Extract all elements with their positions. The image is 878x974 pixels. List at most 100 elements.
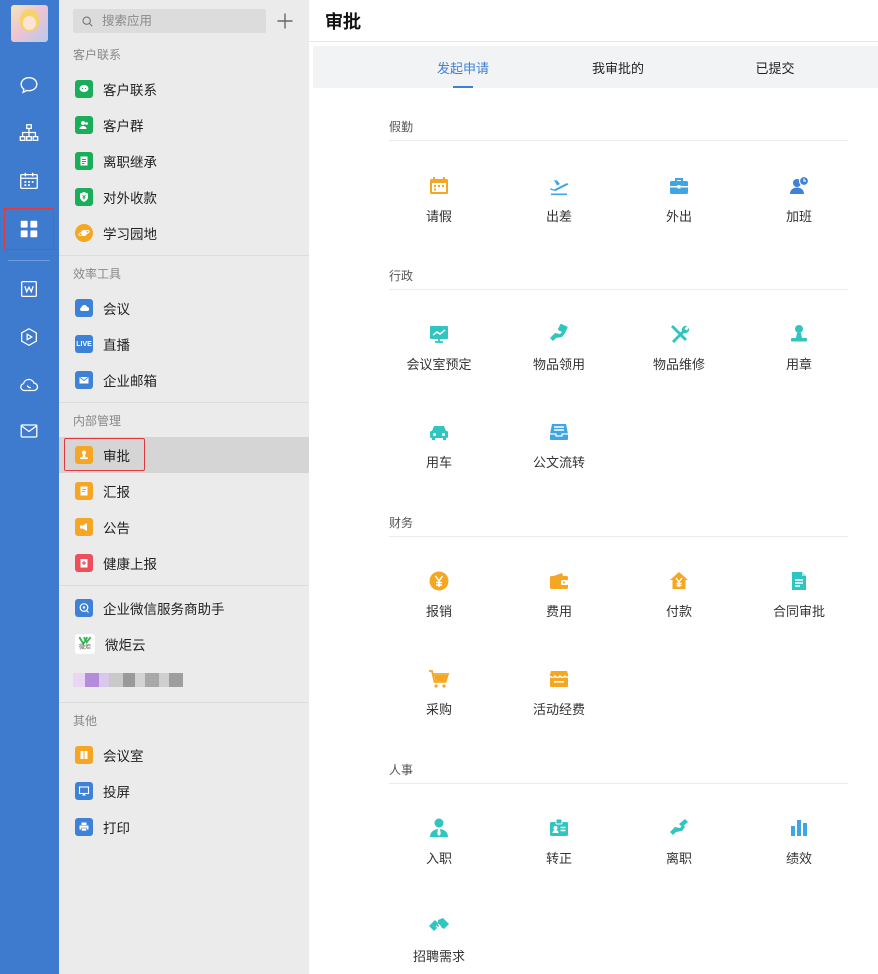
group-title-attendance: 假勤 xyxy=(389,120,414,134)
briefcase-icon xyxy=(668,175,690,197)
assistant-icon xyxy=(75,599,93,617)
mail-rail-button[interactable] xyxy=(4,410,54,452)
section-title-other: 其他 xyxy=(73,714,98,728)
app-overtime[interactable]: 加班 xyxy=(749,175,849,225)
coin-yuan-icon xyxy=(428,570,450,592)
group-title-hr: 人事 xyxy=(389,763,414,777)
app-seal-use[interactable]: 用章 xyxy=(749,323,849,373)
live-icon: LIVE xyxy=(75,335,93,353)
app-item-external-payment[interactable]: 对外收款 xyxy=(59,179,309,215)
app-label: 费用 xyxy=(545,604,572,619)
nav-rail xyxy=(0,0,59,974)
app-item-print[interactable]: 打印 xyxy=(59,809,309,845)
blurred-app-item[interactable] xyxy=(73,669,183,691)
search-icon xyxy=(82,15,93,27)
cloud-meeting-icon xyxy=(75,299,93,317)
app-item-label: 投屏 xyxy=(103,785,130,800)
section-divider xyxy=(59,702,309,703)
app-item-receive[interactable]: 物品领用 xyxy=(509,323,609,373)
contacts-rail-button[interactable] xyxy=(4,112,54,154)
app-go-out[interactable]: 外出 xyxy=(629,175,729,225)
app-item-label: 会议 xyxy=(103,302,130,317)
app-business-trip[interactable]: 出差 xyxy=(509,175,609,225)
tab-initiate[interactable]: 发起申请 xyxy=(403,46,523,88)
section-divider xyxy=(59,402,309,403)
tools-icon xyxy=(668,323,690,345)
doc-icon xyxy=(75,152,93,170)
app-label: 用车 xyxy=(425,455,452,470)
app-onboarding[interactable]: 入职 xyxy=(389,817,489,867)
app-item-meeting[interactable]: 会议 xyxy=(59,290,309,326)
cast-icon xyxy=(75,782,93,800)
app-label: 绩效 xyxy=(785,851,812,866)
selected-highlight xyxy=(64,438,145,471)
health-icon xyxy=(75,554,93,572)
app-payment[interactable]: 付款 xyxy=(629,570,729,620)
app-item-report[interactable]: 汇报 xyxy=(59,473,309,509)
app-list-panel: 客户联系 客户联系 客户群 离职继承 对外收款 学习园地 效率工具 会议 LIV… xyxy=(59,0,309,974)
workbench-rail-button[interactable] xyxy=(4,208,54,250)
tab-label: 我审批的 xyxy=(591,60,644,76)
airplane-icon xyxy=(548,175,570,197)
app-expense[interactable]: 费用 xyxy=(509,570,609,620)
app-activity-fund[interactable]: 活动经费 xyxy=(509,668,609,718)
tab-my-approvals[interactable]: 我审批的 xyxy=(558,46,678,88)
app-item-screen-cast[interactable]: 投屏 xyxy=(59,773,309,809)
app-label: 付款 xyxy=(665,604,692,619)
drive-rail-button[interactable] xyxy=(4,316,54,358)
add-app-button[interactable] xyxy=(274,9,296,33)
printer-icon xyxy=(75,818,93,836)
megaphone-icon xyxy=(75,518,93,536)
app-item-enterprise-mail[interactable]: 企业邮箱 xyxy=(59,362,309,398)
avatar[interactable] xyxy=(11,5,48,42)
badge-card-icon xyxy=(548,817,570,839)
search-box[interactable] xyxy=(73,9,266,33)
app-car-use[interactable]: 用车 xyxy=(389,421,489,471)
app-item-weiju-cloud[interactable]: 微炬 微炬云 xyxy=(59,626,309,662)
app-resignation[interactable]: 离职 xyxy=(629,817,729,867)
app-item-learning[interactable]: 学习园地 xyxy=(59,215,309,251)
calendar-rail-button[interactable] xyxy=(4,160,54,202)
room-icon xyxy=(75,746,93,764)
group-divider xyxy=(389,536,848,537)
docs-rail-button[interactable] xyxy=(4,268,54,310)
app-performance[interactable]: 绩效 xyxy=(749,817,849,867)
app-item-label: 客户联系 xyxy=(103,83,157,98)
app-label: 离职 xyxy=(665,851,692,866)
messages-rail-button[interactable] xyxy=(4,64,54,106)
handshake-icon xyxy=(428,915,450,937)
calendar-leave-icon xyxy=(428,175,450,197)
app-leave[interactable]: 请假 xyxy=(389,175,489,225)
app-item-customer-group[interactable]: 客户群 xyxy=(59,107,309,143)
shop-icon xyxy=(548,668,570,690)
app-item-resign-inherit[interactable]: 离职继承 xyxy=(59,143,309,179)
app-doc-flow[interactable]: 公文流转 xyxy=(509,421,609,471)
report-icon xyxy=(75,482,93,500)
app-item-health-report[interactable]: 健康上报 xyxy=(59,545,309,581)
person-tie-icon xyxy=(428,817,450,839)
app-item-service-assistant[interactable]: 企业微信服务商助手 xyxy=(59,590,309,626)
app-label: 会议室预定 xyxy=(406,357,472,372)
meeting-rail-button[interactable] xyxy=(4,364,54,406)
app-contract-approval[interactable]: 合同审批 xyxy=(749,570,849,620)
app-room-booking[interactable]: 会议室预定 xyxy=(389,323,489,373)
app-item-repair[interactable]: 物品维修 xyxy=(629,323,729,373)
tab-submitted[interactable]: 已提交 xyxy=(715,46,835,88)
app-purchase[interactable]: 采购 xyxy=(389,668,489,718)
app-recruitment[interactable]: 招聘需求 xyxy=(389,915,489,965)
app-regularization[interactable]: 转正 xyxy=(509,817,609,867)
hand-receive-icon xyxy=(548,323,570,345)
app-item-live[interactable]: LIVE 直播 xyxy=(59,326,309,362)
app-item-customer-contact[interactable]: 客户联系 xyxy=(59,71,309,107)
group-title-finance: 财务 xyxy=(389,516,414,530)
app-label: 报销 xyxy=(425,604,452,619)
app-reimbursement[interactable]: 报销 xyxy=(389,570,489,620)
app-item-announcement[interactable]: 公告 xyxy=(59,509,309,545)
app-item-meeting-room[interactable]: 会议室 xyxy=(59,737,309,773)
app-item-label: 公告 xyxy=(103,521,130,536)
rail-divider xyxy=(8,260,50,261)
app-item-label: 对外收款 xyxy=(103,191,157,206)
app-item-label: 微炬云 xyxy=(105,638,146,653)
search-input[interactable] xyxy=(102,14,262,28)
calendar-icon xyxy=(20,172,38,189)
